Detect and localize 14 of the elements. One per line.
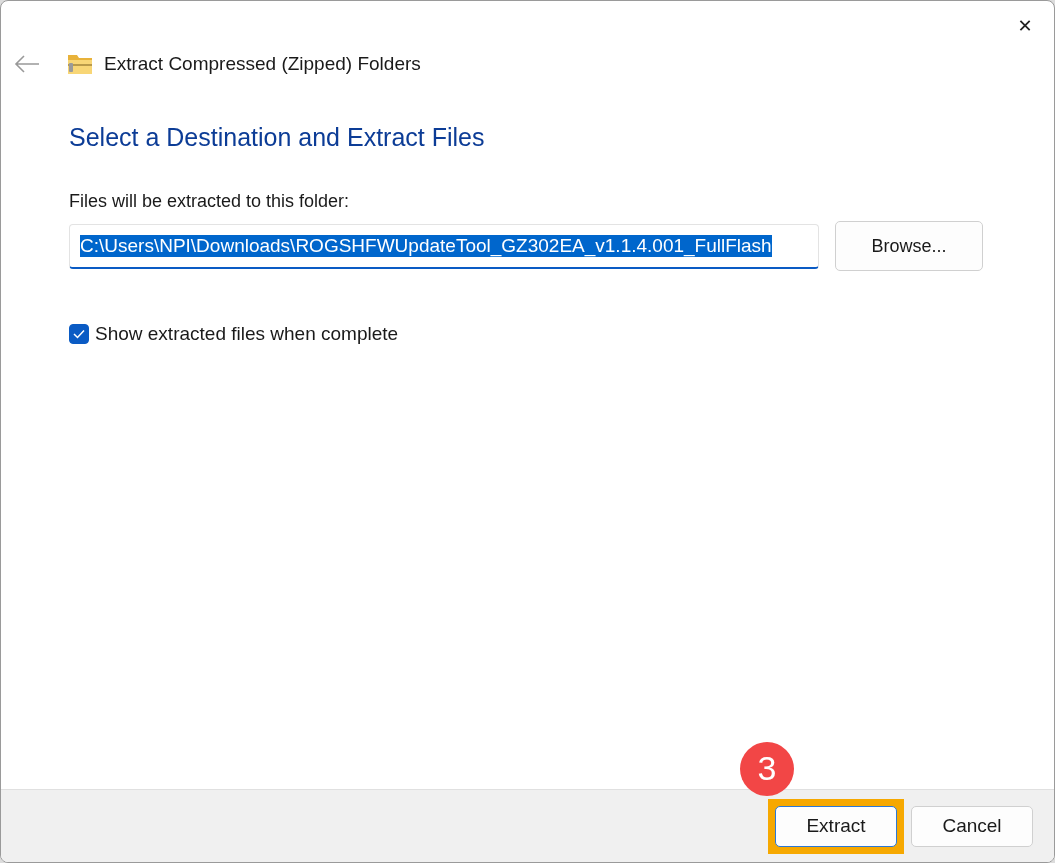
window-title: Extract Compressed (Zipped) Folders	[104, 53, 421, 75]
destination-field[interactable]: C:\Users\NPI\Downloads\ROGSHFWUpdateTool_GZ302EA_v1.1.4.001_FullFlash	[69, 223, 819, 269]
destination-label: Files will be extracted to this folder:	[69, 191, 351, 212]
close-button[interactable]: ✕	[996, 1, 1054, 49]
checkbox-label: Show extracted files when complete	[95, 323, 399, 345]
dialog-button[interactable]: Extract	[775, 805, 897, 847]
page-heading: Select a Destination and Extract Files	[69, 123, 486, 152]
back-arrow-icon[interactable]	[14, 55, 40, 73]
check-icon	[73, 329, 85, 339]
checkbox[interactable]	[69, 324, 89, 344]
step-badge: 3	[740, 741, 794, 796]
zipped-folder-icon	[67, 53, 93, 75]
browse-button[interactable]: Browse...	[835, 221, 983, 271]
dialog-button[interactable]: Cancel	[911, 805, 1033, 847]
